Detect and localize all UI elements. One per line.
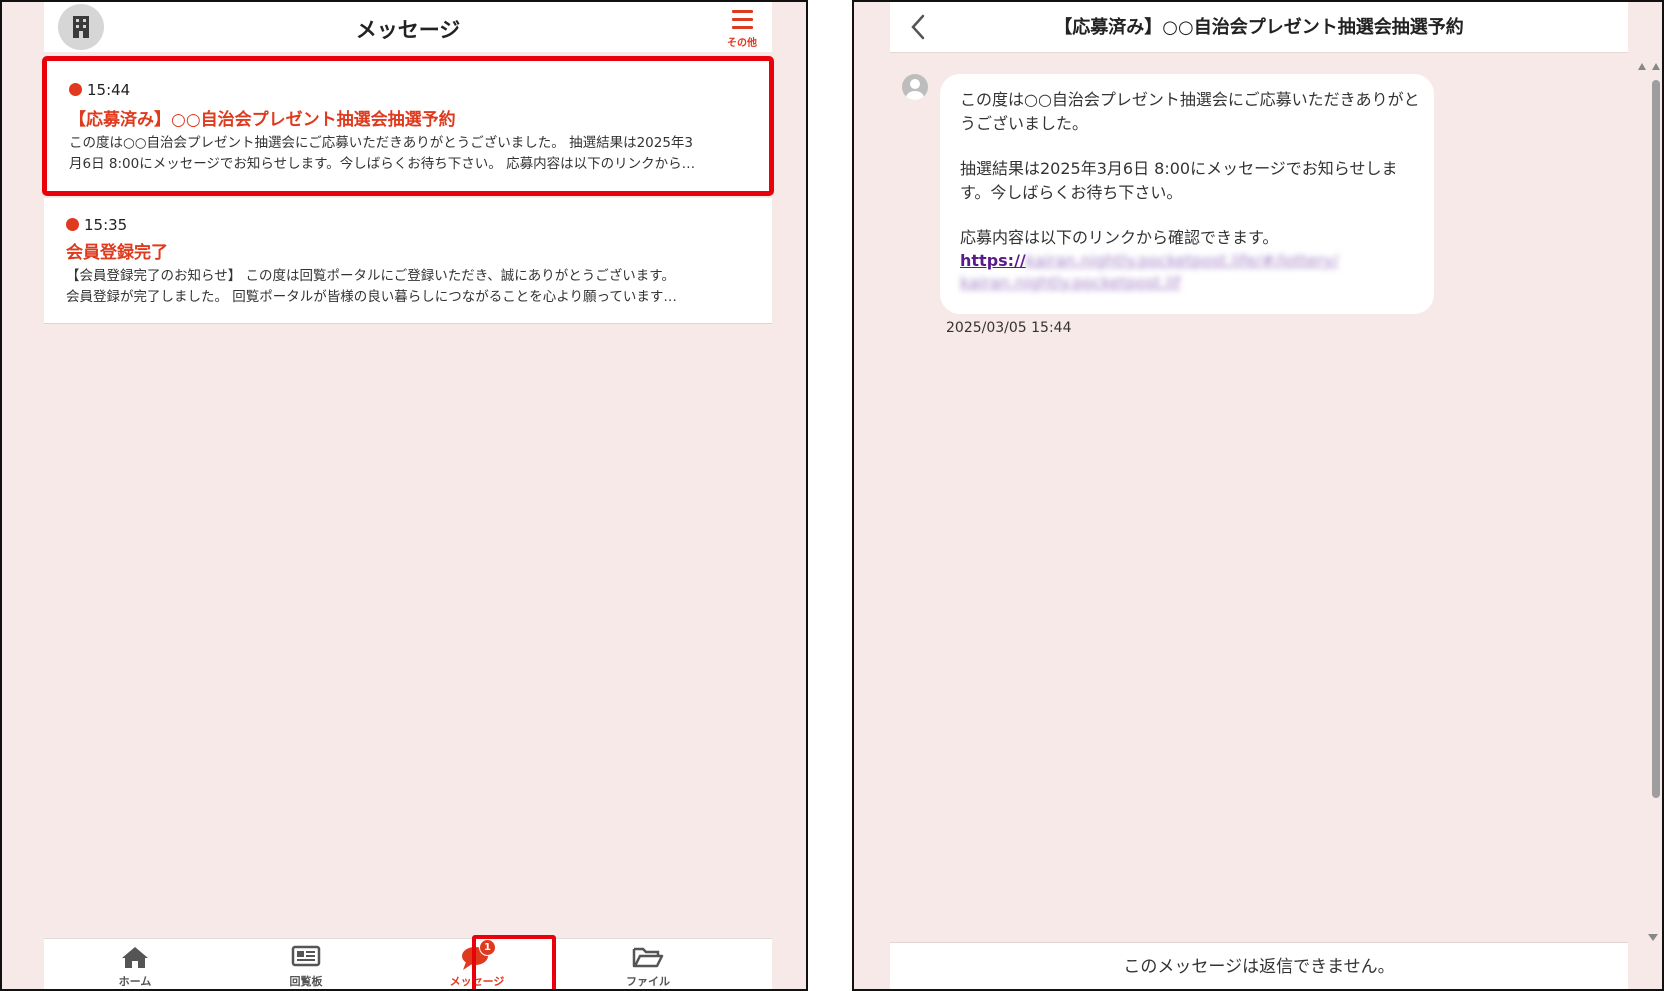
hamburger-icon [732,10,753,34]
message-preview-line: この度は○○自治会プレゼント抽選会にご応募いただきありがとうございました。 抽選… [69,135,694,151]
link-blurred-text[interactable]: kairan.nightly.pocketpost.life/#/lottery… [1026,251,1339,270]
app-header: メッセージ その他 [44,2,772,52]
nav-label: ファイル [626,975,670,988]
message-bubble: この度は○○自治会プレゼント抽選会にご応募いただきありがと うございました。 抽… [940,74,1434,314]
message-detail-screen: 【応募済み】○○自治会プレゼント抽選会抽選予約 この度は○○自治会プレゼント抽選… [852,0,1664,991]
message-text-line: この度は○○自治会プレゼント抽選会にご応募いただきありがと [960,90,1420,109]
message-title: 【応募済み】○○自治会プレゼント抽選会抽選予約 [69,110,456,130]
scroll-down-arrow-icon[interactable] [1646,932,1660,942]
newspaper-icon [291,945,321,967]
message-text-line: うございました。 [960,114,1089,133]
message-title: 会員登録完了 [66,243,168,263]
message-timestamp: 2025/03/05 15:44 [946,320,1072,336]
message-time: 15:44 [87,81,131,99]
message-preview-line: 会員登録が完了しました。 回覧ポータルが皆様の良い暮らしにつながることを心より願… [66,289,677,305]
scrollbar[interactable] [1634,60,1664,943]
message-preview: 【会員登録完了のお知らせ】 この度は回覧ポータルにご登録いただき、誠にありがとう… [66,266,726,308]
nav-files[interactable]: ファイル [557,939,739,989]
page-title: メッセージ [355,18,461,42]
home-icon [122,947,148,968]
folder-open-icon [632,947,664,968]
message-time: 15:35 [84,216,128,234]
scroll-up-arrows-icon[interactable] [1634,60,1664,72]
sender-avatar-icon [902,74,928,100]
message-list-item[interactable]: 15:44 【応募済み】○○自治会プレゼント抽選会抽選予約 この度は○○自治会プ… [42,56,774,196]
link-prefix[interactable]: https:// [960,251,1026,270]
nav-circular-board[interactable]: 回覧板 [215,939,397,989]
scroll-thumb[interactable] [1652,80,1660,798]
no-reply-notice: このメッセージは返信できません。 [890,942,1628,989]
detail-title: 【応募済み】○○自治会プレゼント抽選会抽選予約 [1054,17,1464,38]
active-tab-highlight [472,935,556,989]
link-blurred-text[interactable]: kairan.nightly.pocketpost.lif [960,273,1180,292]
bottom-nav: ホーム 回覧板 1 メッセージ ファイル [44,935,772,989]
message-preview-line: 【会員登録完了のお知らせ】 この度は回覧ポータルにご登録いただき、誠にありがとう… [66,268,675,284]
nav-label: 回覧板 [289,975,323,988]
message-list-app: メッセージ その他 15:44 【応募済み】○○自治会プレゼント抽選会抽選予約 … [42,2,774,989]
other-menu-label: その他 [727,38,757,49]
other-menu-button[interactable]: その他 [722,8,762,49]
detail-header: 【応募済み】○○自治会プレゼント抽選会抽選予約 [890,2,1628,53]
message-text-line: 抽選結果は2025年3月6日 8:00にメッセージでお知らせしま [960,159,1398,178]
message-list-item[interactable]: 15:35 会員登録完了 【会員登録完了のお知らせ】 この度は回覧ポータルにご登… [44,198,772,324]
message-time-row: 15:35 [66,216,127,234]
unread-dot-icon [66,218,79,231]
message-preview-line: 月6日 8:00にメッセージでお知らせします。今しばらくお待ち下さい。 応募内容… [69,156,696,172]
message-paragraph: この度は○○自治会プレゼント抽選会にご応募いただきありがと うございました。 [960,88,1420,136]
message-detail-app: 【応募済み】○○自治会プレゼント抽選会抽選予約 この度は○○自治会プレゼント抽選… [890,2,1660,989]
message-time-row: 15:44 [69,81,130,99]
message-paragraph: 応募内容は以下のリンクから確認できます。 https://kairan.nigh… [960,226,1414,294]
nav-home[interactable]: ホーム [44,939,226,989]
unread-dot-icon [69,83,82,96]
message-text-line: 応募内容は以下のリンクから確認できます。 [960,228,1279,247]
message-paragraph: 抽選結果は2025年3月6日 8:00にメッセージでお知らせしま す。今しばらく… [960,157,1414,205]
message-text-line: す。今しばらくお待ち下さい。 [960,183,1183,202]
application-link[interactable]: https://kairan.nightly.pocketpost.life/#… [960,250,1414,294]
message-preview: この度は○○自治会プレゼント抽選会にご応募いただきありがとうございました。 抽選… [69,133,729,175]
message-list-screen: メッセージ その他 15:44 【応募済み】○○自治会プレゼント抽選会抽選予約 … [0,0,808,991]
nav-label: ホーム [118,975,152,988]
message-list: 15:44 【応募済み】○○自治会プレゼント抽選会抽選予約 この度は○○自治会プ… [42,56,774,324]
